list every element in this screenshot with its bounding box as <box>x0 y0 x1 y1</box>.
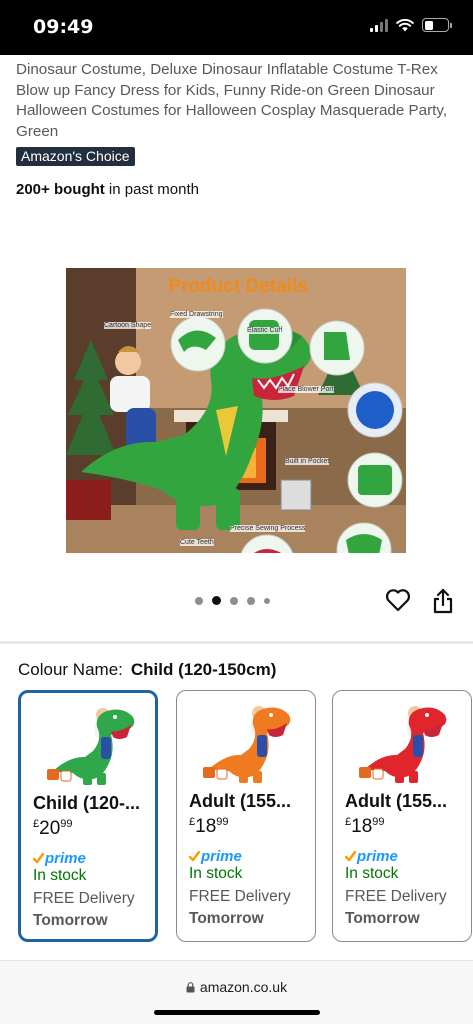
status-icons <box>370 18 452 32</box>
share-icon[interactable] <box>432 588 454 614</box>
wifi-icon <box>396 18 414 32</box>
prime-check-icon <box>33 852 44 863</box>
swatch-price: £2099 <box>33 818 73 839</box>
image-heading: Product Details <box>168 276 307 297</box>
delivery-text: FREE Delivery <box>345 888 447 905</box>
image-callout-label: Precise Sewing Process <box>230 525 306 532</box>
prime-check-icon <box>189 850 200 861</box>
url-text: amazon.co.uk <box>199 979 288 995</box>
image-callout-label: Elastic Cuff <box>247 327 283 334</box>
prime-badge: prime <box>189 847 242 865</box>
swatch-adult-red[interactable]: Adult (155... £1899 prime In stock FREE Deli… <box>332 690 472 942</box>
image-callout-label: Place Blower Port <box>278 386 334 393</box>
status-bar: 09:49 <box>0 0 473 55</box>
colour-selected-value: Child (120-150cm) <box>130 660 277 679</box>
swatch-thumbnail <box>203 706 291 783</box>
image-callout-label: Fixed Drawstring <box>170 311 223 318</box>
prime-badge: prime <box>345 847 398 865</box>
bought-count: 200+ bought <box>16 181 105 198</box>
product-title[interactable]: Dinosaur Costume, Deluxe Dinosaur Inflat… <box>16 60 456 142</box>
prime-badge: prime <box>33 849 86 867</box>
image-callout-label: Built in Pocket <box>285 458 330 465</box>
swatch-child[interactable]: Child (120-... £2099 prime In stock FREE Del… <box>18 690 158 942</box>
swatch-price: £1899 <box>189 816 229 837</box>
pager-dot[interactable] <box>195 596 203 605</box>
delivery-date: Tomorrow <box>189 910 264 927</box>
pager-dot[interactable] <box>212 596 221 605</box>
cellular-signal-icon <box>370 18 388 32</box>
delivery-date: Tomorrow <box>33 912 108 929</box>
delivery-text: FREE Delivery <box>189 888 291 905</box>
colour-label: Colour Name: <box>18 660 123 679</box>
heart-icon[interactable] <box>385 588 411 612</box>
prime-check-icon <box>345 850 356 861</box>
home-indicator[interactable] <box>154 1010 320 1015</box>
pager-dot[interactable] <box>230 596 238 605</box>
url-bar[interactable]: amazon.co.uk <box>0 979 473 995</box>
pager-dot[interactable] <box>247 596 255 605</box>
stock-status: In stock <box>189 865 243 882</box>
colour-name-row: Colour Name: Child (120-150cm) <box>18 660 276 680</box>
swatch-thumbnail <box>47 708 135 785</box>
swatch-price: £1899 <box>345 816 385 837</box>
stock-status: In stock <box>345 865 399 882</box>
image-callout-label: Cartoon Shape <box>104 322 152 329</box>
swatch-thumbnail <box>359 706 447 783</box>
battery-icon <box>422 18 452 32</box>
swatch-name: Adult (155... <box>345 791 448 811</box>
delivery-text: FREE Delivery <box>33 890 135 907</box>
swatch-adult-orange[interactable]: Adult (155... £1899 prime In stock FREE Deli… <box>176 690 316 942</box>
lock-icon <box>186 982 195 993</box>
colour-swatches: Child (120-... £2099 prime In stock FREE Del… <box>0 690 473 947</box>
swatch-name: Adult (155... <box>189 791 292 811</box>
image-callout-label: Cute Teeth <box>180 539 214 546</box>
product-image[interactable]: Product Details <box>66 210 406 553</box>
delivery-date: Tomorrow <box>345 910 420 927</box>
bought-suffix: in past month <box>104 181 199 198</box>
section-divider <box>0 641 473 644</box>
browser-bottom-bar: amazon.co.uk <box>0 960 473 1024</box>
pager-dot[interactable] <box>264 597 270 604</box>
battery-level <box>424 20 434 30</box>
status-time: 09:49 <box>33 16 94 38</box>
swatch-name: Child (120-... <box>33 793 141 813</box>
bought-in-past-month: 200+ bought in past month <box>16 181 199 198</box>
amazons-choice-badge[interactable]: Amazon's Choice <box>16 147 135 166</box>
image-pager[interactable] <box>195 596 270 605</box>
stock-status: In stock <box>33 867 87 884</box>
